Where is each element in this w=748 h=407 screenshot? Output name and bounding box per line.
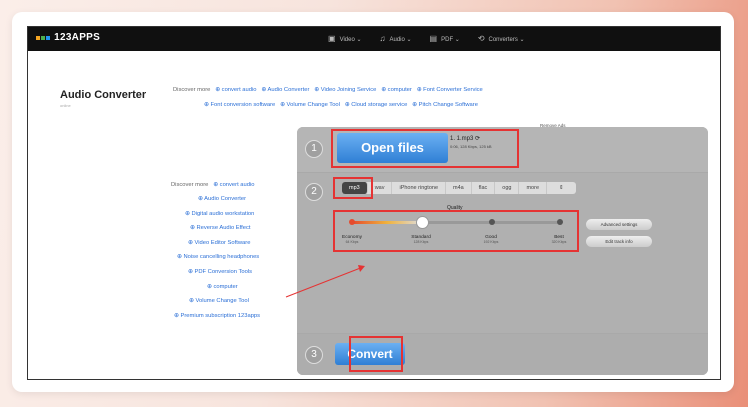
arrow-head-icon [358, 265, 365, 272]
screenshot-card: 123APPS ▣ Video ⌄ ♫ Audio ⌄ ▤ PDF ⌄ ⟲ Conver… [12, 12, 734, 392]
arrow-line [285, 266, 364, 298]
annotation-arrow [285, 265, 365, 298]
browser-frame: 123APPS ▣ Video ⌄ ♫ Audio ⌄ ▤ PDF ⌄ ⟲ Conver… [27, 26, 721, 380]
